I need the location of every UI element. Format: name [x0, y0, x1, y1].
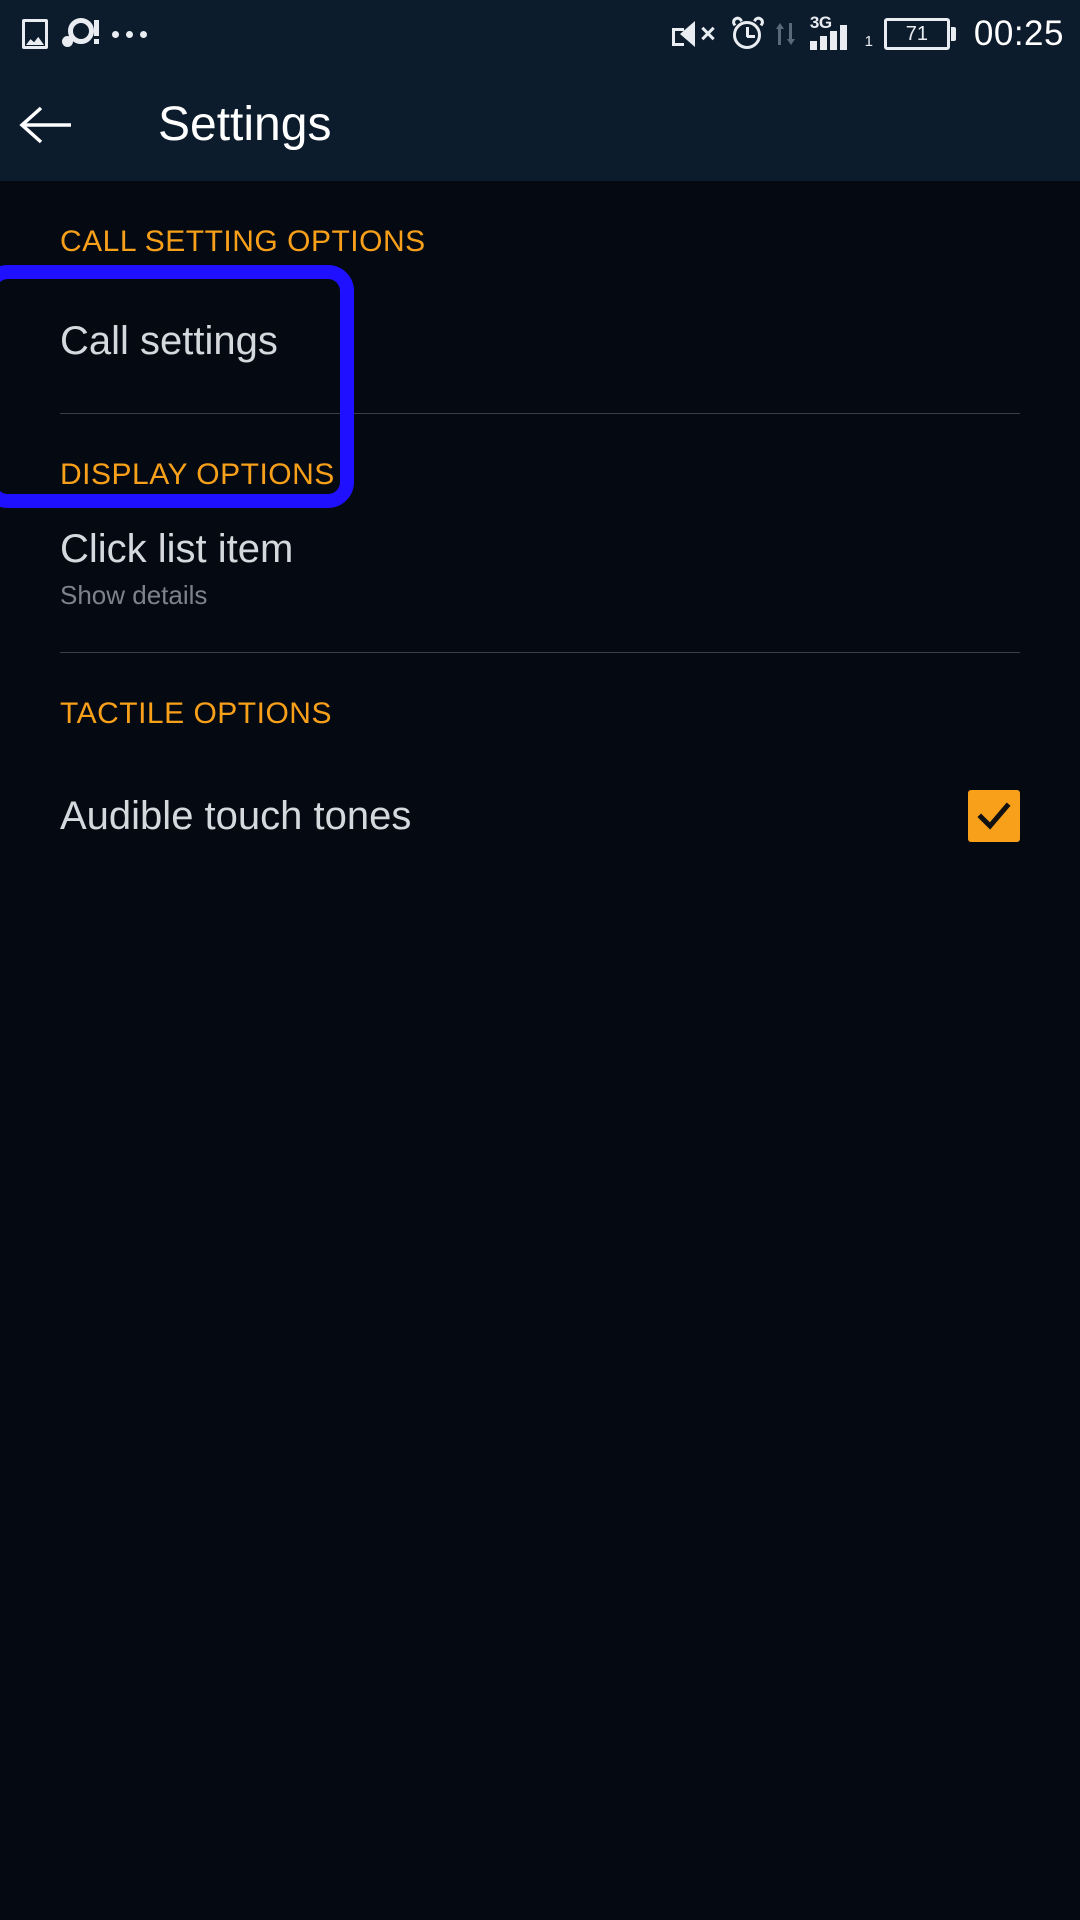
more-notifications-icon	[112, 30, 147, 38]
page-title: Settings	[158, 98, 332, 151]
settings-screen: 3G 1 71 00:25 Settings CALL SETTING OPTI…	[0, 0, 1080, 1920]
row-text: Call settings	[60, 316, 278, 366]
settings-row-audible-touch-tones[interactable]: Audible touch tones	[0, 741, 1080, 891]
mute-icon	[671, 17, 720, 51]
row-subtitle: Show details	[60, 580, 208, 610]
signal-strength-icon: 3G 1	[808, 13, 874, 53]
section-header-tactile-options: TACTILE OPTIONS	[60, 697, 332, 730]
row-title: Call settings	[60, 319, 278, 363]
settings-row-call-settings[interactable]: Call settings	[0, 269, 1080, 413]
section-header-display-options: DISPLAY OPTIONS	[60, 458, 335, 491]
row-text: Audible touch tones	[60, 791, 411, 841]
checkmark-icon	[977, 802, 1011, 830]
status-bar-clock: 00:25	[973, 14, 1064, 53]
disc-warning-icon	[62, 18, 99, 50]
data-transfer-icon	[775, 21, 798, 47]
sim-indicator-label: 1	[864, 33, 873, 50]
row-title: Click list item	[60, 527, 294, 571]
section-header-call-setting-options: CALL SETTING OPTIONS	[60, 225, 426, 258]
settings-list: CALL SETTING OPTIONS Call settings DISPL…	[0, 181, 1080, 1920]
battery-level-label: 71	[905, 23, 929, 45]
alarm-icon	[729, 14, 766, 52]
row-title: Audible touch tones	[60, 794, 412, 838]
status-bar: 3G 1 71 00:25	[0, 0, 1080, 68]
audible-touch-tones-checkbox[interactable]	[968, 790, 1020, 842]
back-arrow-icon	[19, 106, 71, 143]
app-bar: Settings	[0, 68, 1080, 181]
battery-icon: 71	[883, 17, 958, 51]
row-text: Click list item Show details	[60, 524, 293, 611]
settings-row-click-list-item[interactable]: Click list item Show details	[0, 502, 1080, 652]
status-bar-left	[22, 18, 147, 50]
screenshot-icon	[22, 19, 48, 49]
status-bar-right: 3G 1 71 00:25	[671, 13, 1064, 54]
back-button[interactable]	[0, 68, 92, 181]
